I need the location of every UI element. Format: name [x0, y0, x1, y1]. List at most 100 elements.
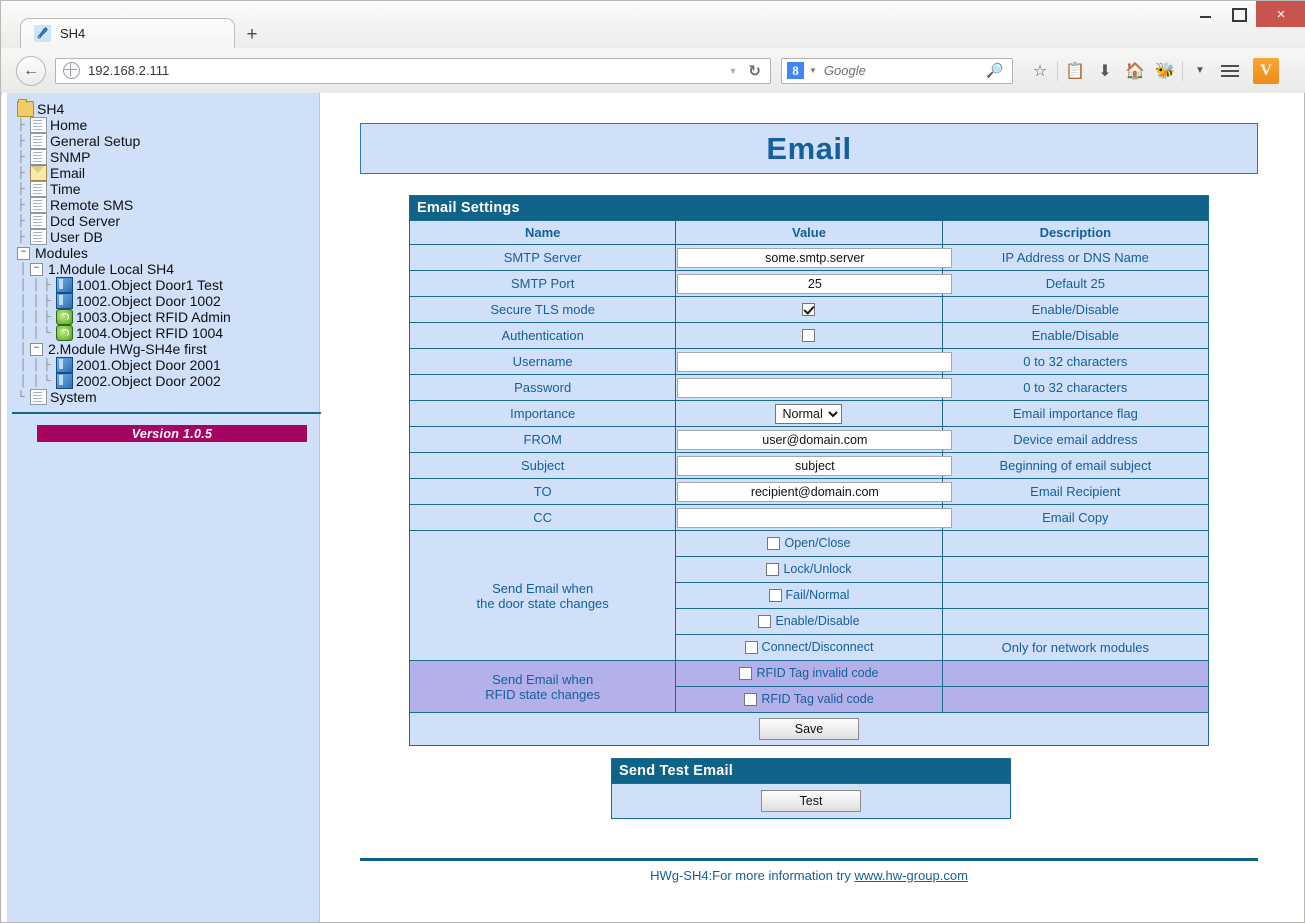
tree-line: │: [20, 343, 27, 355]
tree-line: │: [20, 375, 27, 387]
importance-select[interactable]: Normal High Low: [775, 403, 843, 424]
sidebar-item-object-1002[interactable]: │ │ ├ 1002.Object Door 1002: [17, 293, 319, 309]
sidebar-item-system[interactable]: └ System: [17, 389, 319, 405]
sensor-icon: [34, 25, 51, 42]
door-group-line1: Send Email when: [492, 580, 594, 596]
tree-root-sh4[interactable]: SH4: [17, 99, 319, 117]
sidebar-item-remote-sms[interactable]: ├ Remote SMS: [17, 197, 319, 213]
sidebar-item-object-1001[interactable]: │ │ ├ 1001.Object Door1 Test: [17, 277, 319, 293]
tree-branch: └: [43, 375, 51, 387]
sidebar-item-dcd-server[interactable]: ├ Dcd Server: [17, 213, 319, 229]
sidebar-item-object-1004[interactable]: │ │ └ 1004.Object RFID 1004: [17, 325, 319, 341]
search-bar[interactable]: 8 ▼ Google 🔍: [781, 57, 1013, 84]
row-description: [941, 530, 1210, 557]
minimize-button[interactable]: [1188, 1, 1222, 27]
sidebar-item-module-2[interactable]: │ − 2.Module HWg-SH4e first: [17, 341, 319, 357]
collapse-toggle[interactable]: −: [17, 246, 30, 260]
tree-line: │: [20, 263, 27, 275]
sidebar-item-modules[interactable]: − Modules: [17, 245, 319, 261]
chevron-down-icon[interactable]: ▼: [1185, 56, 1215, 86]
tree-line: │: [20, 359, 27, 371]
table-row: TO Email Recipient: [408, 478, 1210, 505]
table-row: SMTP Server IP Address or DNS Name: [408, 244, 1210, 271]
row-value: Open/Close: [675, 530, 943, 557]
search-icon[interactable]: 🔍: [986, 62, 1003, 79]
menu-icon[interactable]: [1215, 56, 1245, 86]
open-close-checkbox[interactable]: [767, 537, 781, 550]
section-title: Email Settings: [409, 195, 1209, 221]
chevron-down-icon[interactable]: ▼: [729, 66, 738, 76]
sidebar-item-label: Dcd Server: [50, 213, 121, 229]
from-input[interactable]: [677, 429, 953, 450]
save-button[interactable]: Save: [759, 718, 859, 740]
page-title: Email: [360, 123, 1258, 174]
test-button[interactable]: Test: [761, 790, 861, 812]
authentication-checkbox[interactable]: [802, 328, 816, 342]
home-icon[interactable]: 🏠: [1120, 56, 1150, 86]
rfid-invalid-code-checkbox[interactable]: [739, 667, 753, 680]
logo-v[interactable]: V: [1253, 57, 1279, 84]
sidebar-item-object-2001[interactable]: │ │ ├ 2001.Object Door 2001: [17, 357, 319, 373]
sidebar-item-module-1[interactable]: │ − 1.Module Local SH4: [17, 261, 319, 277]
save-row: Save: [409, 712, 1209, 746]
browser-tab-sh4[interactable]: SH4: [20, 18, 235, 48]
divider: [1057, 60, 1058, 81]
footer-link[interactable]: www.hw-group.com: [855, 868, 968, 883]
new-tab-button[interactable]: +: [241, 24, 263, 46]
address-bar[interactable]: 192.168.2.111 ▼ ↻: [55, 57, 771, 84]
sidebar-item-general-setup[interactable]: ├ General Setup: [17, 133, 319, 149]
test-cell: Test: [611, 783, 1011, 819]
lock-unlock-checkbox[interactable]: [766, 563, 780, 576]
column-header-row: Name Value Description: [408, 220, 1210, 245]
sidebar-item-email[interactable]: ├ Email: [17, 165, 319, 181]
connect-disconnect-checkbox[interactable]: [744, 641, 758, 654]
rfid-group-line1: Send Email when: [492, 671, 594, 687]
username-input[interactable]: [677, 351, 953, 372]
secure-tls-checkbox[interactable]: [802, 302, 816, 316]
rfid-valid-code-checkbox[interactable]: [744, 693, 758, 706]
downloads-icon[interactable]: ⬇: [1090, 56, 1120, 86]
sidebar-item-user-db[interactable]: ├ User DB: [17, 229, 319, 245]
sidebar-item-object-1003[interactable]: │ │ ├ 1003.Object RFID Admin: [17, 309, 319, 325]
row-value: Enable/Disable: [675, 608, 943, 635]
sidebar-item-time[interactable]: ├ Time: [17, 181, 319, 197]
back-button[interactable]: ←: [16, 55, 46, 86]
chevron-down-icon[interactable]: ▼: [809, 66, 817, 75]
enable-disable-checkbox[interactable]: [758, 615, 772, 628]
row-value: Connect/Disconnect: [675, 634, 943, 661]
reload-icon[interactable]: ↻: [748, 62, 761, 80]
fail-normal-checkbox[interactable]: [768, 589, 782, 602]
collapse-toggle[interactable]: −: [30, 342, 43, 356]
table-row: Password 0 to 32 characters: [408, 374, 1210, 401]
collapse-toggle[interactable]: −: [30, 262, 43, 276]
row-label: Password: [408, 374, 677, 401]
tree-line: │: [33, 295, 40, 307]
bookmark-star-icon[interactable]: ☆: [1025, 56, 1055, 86]
sidebar-item-label: Modules: [35, 245, 88, 261]
to-input[interactable]: [677, 481, 953, 502]
tree-line: │: [20, 295, 27, 307]
password-input[interactable]: [677, 377, 953, 398]
maximize-button[interactable]: [1222, 1, 1256, 27]
column-header-description: Description: [941, 220, 1210, 245]
google-icon[interactable]: 8: [787, 62, 804, 79]
tree-branch: ├: [17, 199, 25, 211]
sidebar-item-object-2002[interactable]: │ │ └ 2002.Object Door 2002: [17, 373, 319, 389]
row-description: Email Copy: [941, 504, 1210, 531]
tree-branch: ├: [17, 167, 25, 179]
navigation-toolbar: ← 192.168.2.111 ▼ ↻ 8 ▼ Google 🔍 ☆ 📋 ⬇ 🏠…: [1, 48, 1305, 94]
smtp-port-input[interactable]: [677, 273, 953, 294]
subject-input[interactable]: [677, 455, 953, 476]
close-button[interactable]: ×: [1256, 1, 1305, 27]
cc-input[interactable]: [677, 507, 953, 528]
checkbox-label: Fail/Normal: [785, 588, 850, 602]
reading-list-icon[interactable]: 📋: [1060, 56, 1090, 86]
page-icon: [30, 213, 47, 229]
search-input[interactable]: Google: [824, 63, 986, 78]
sidebar-item-snmp[interactable]: ├ SNMP: [17, 149, 319, 165]
footer: HWg-SH4:For more information try www.hw-…: [360, 868, 1258, 883]
sidebar-item-label: 1002.Object Door 1002: [76, 293, 221, 309]
smtp-server-input[interactable]: [677, 247, 953, 268]
sidebar-item-home[interactable]: ├ Home: [17, 117, 319, 133]
bug-icon[interactable]: 🐝: [1150, 56, 1180, 86]
